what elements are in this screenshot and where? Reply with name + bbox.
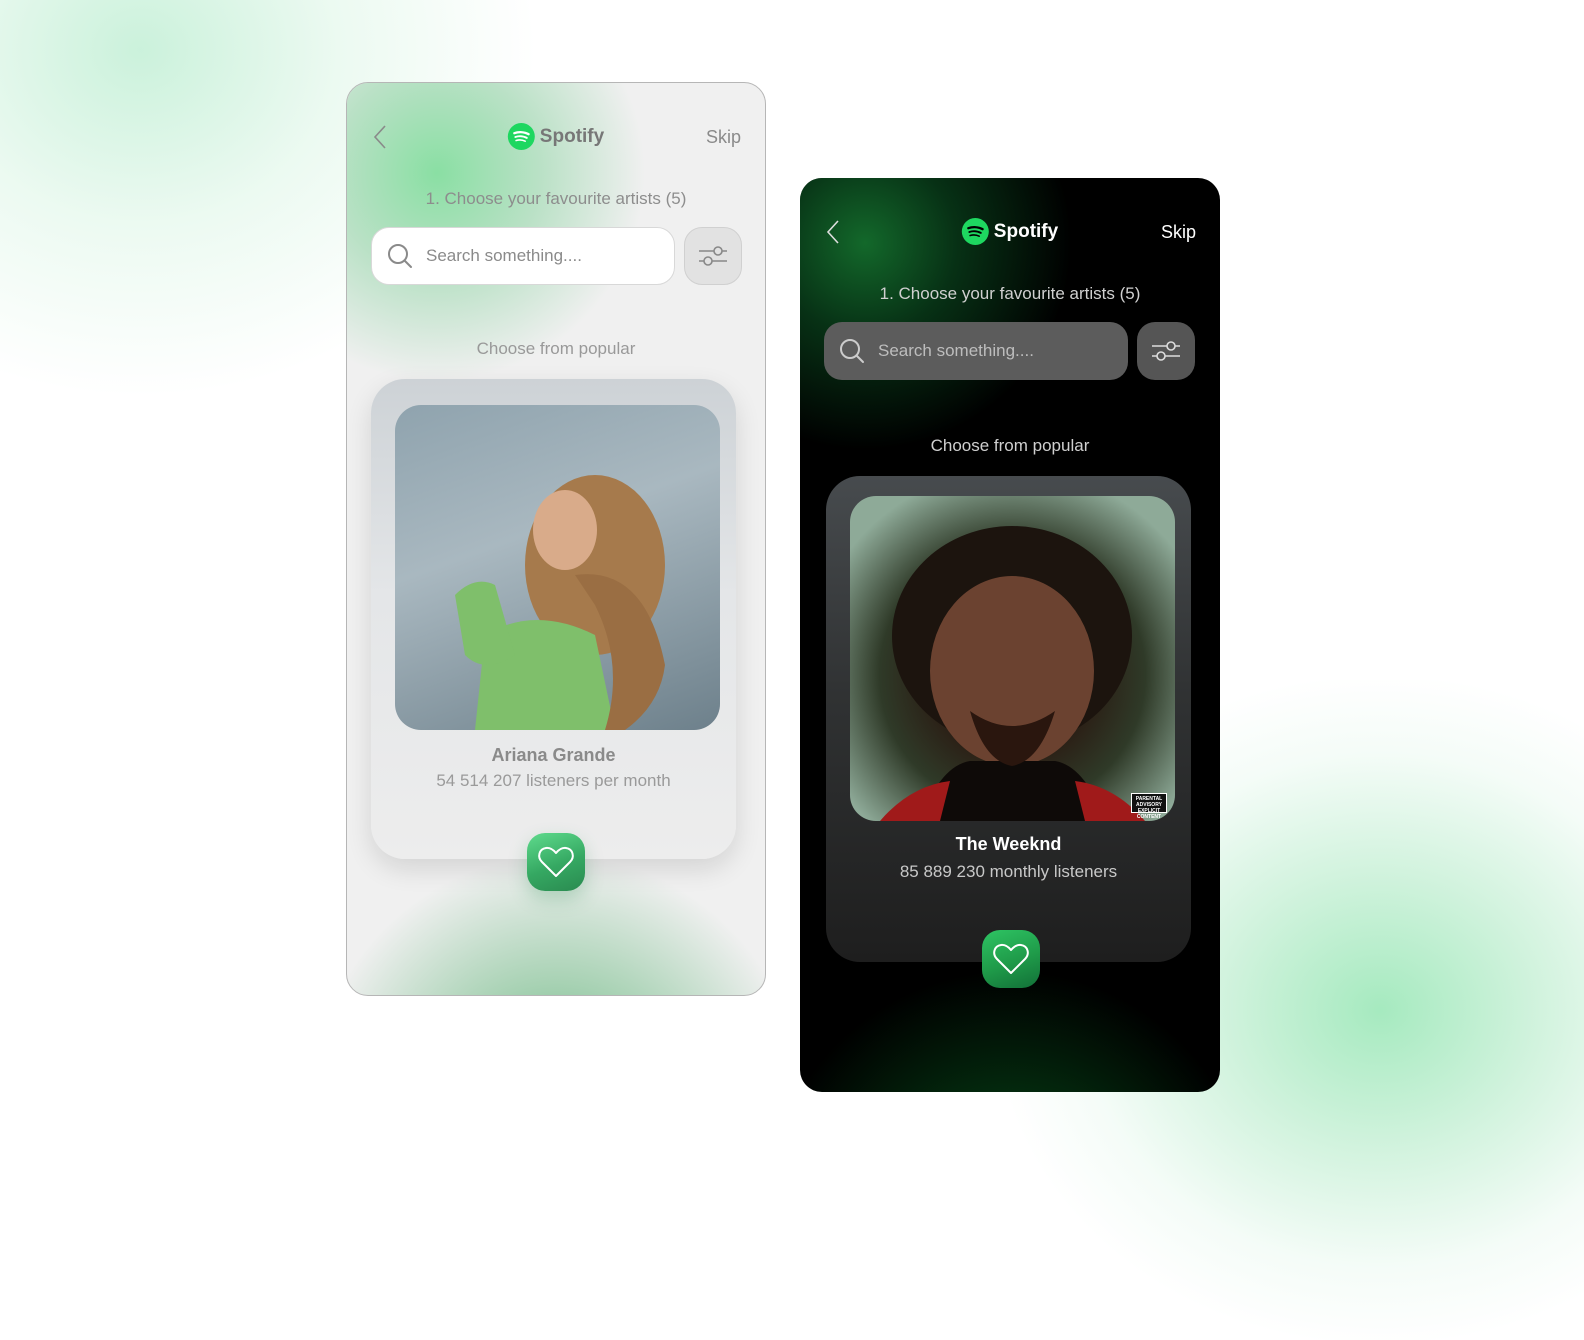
- search-input[interactable]: Search something....: [371, 227, 675, 285]
- sliders-icon: [699, 246, 727, 266]
- artist-listeners: 54 514 207 listeners per month: [436, 771, 671, 790]
- section-label: Choose from popular: [476, 339, 636, 358]
- back-button[interactable]: [369, 123, 393, 151]
- step-title: 1. Choose your favourite artists (5): [425, 189, 687, 208]
- dark-phone-screen: Spotify Skip 1. Choose your favourite ar…: [800, 178, 1220, 1092]
- artist-name: The Weeknd: [955, 834, 1062, 854]
- header: Spotify Skip: [347, 119, 765, 155]
- step-title: 1. Choose your favourite artists (5): [879, 284, 1141, 303]
- section-label: Choose from popular: [930, 436, 1090, 455]
- artist-card: PARENTAL ADVISORY EXPLICIT CONTENT The W…: [826, 476, 1191, 962]
- like-button[interactable]: [982, 930, 1040, 988]
- filter-button[interactable]: [684, 227, 742, 285]
- search-icon: [840, 339, 864, 363]
- spotify-logo-icon: [961, 218, 989, 245]
- spotify-logo: Spotify: [961, 218, 1059, 245]
- brand-name: Spotify: [539, 125, 605, 147]
- spotify-logo: Spotify: [507, 123, 605, 150]
- light-phone-screen: Spotify Skip 1. Choose your favourite ar…: [346, 82, 766, 996]
- heart-icon: [538, 846, 574, 877]
- heart-icon: [993, 943, 1029, 974]
- parental-advisory-badge: PARENTAL ADVISORY EXPLICIT CONTENT: [1131, 793, 1167, 820]
- artist-listeners: 85 889 230 monthly listeners: [899, 862, 1118, 881]
- artist-photo-illustration: [455, 475, 665, 730]
- artist-photo: [395, 405, 720, 730]
- search-input[interactable]: Search something....: [824, 322, 1128, 380]
- header: Spotify Skip: [800, 214, 1220, 250]
- search-icon: [388, 244, 412, 268]
- spotify-logo-icon: [507, 123, 535, 150]
- brand-name: Spotify: [993, 220, 1059, 242]
- search-placeholder: Search something....: [878, 341, 1034, 360]
- artist-photo-illustration: [880, 526, 1145, 821]
- chevron-left-icon: [826, 220, 839, 244]
- search-placeholder: Search something....: [426, 246, 582, 265]
- like-button[interactable]: [527, 833, 585, 891]
- artist-photo: PARENTAL ADVISORY EXPLICIT CONTENT: [850, 496, 1175, 821]
- filter-button[interactable]: [1137, 322, 1195, 380]
- skip-button[interactable]: Skip: [1161, 222, 1196, 243]
- artist-name: Ariana Grande: [491, 745, 616, 765]
- sliders-icon: [1152, 341, 1180, 361]
- artist-card: Ariana Grande 54 514 207 listeners per m…: [371, 379, 736, 859]
- skip-button[interactable]: Skip: [706, 127, 741, 148]
- back-button[interactable]: [822, 218, 846, 246]
- chevron-left-icon: [373, 125, 386, 149]
